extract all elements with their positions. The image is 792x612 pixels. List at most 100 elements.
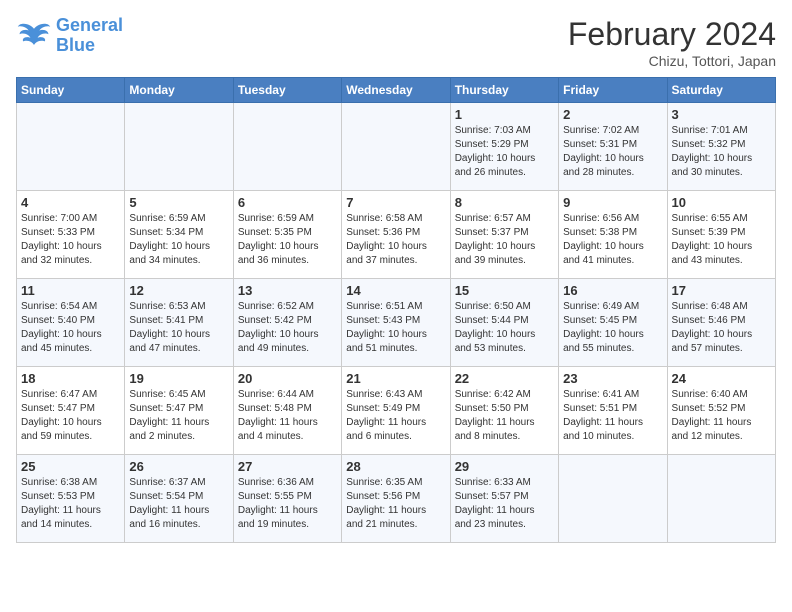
day-cell: 26 Sunrise: 6:37 AM Sunset: 5:54 PM Dayli… — [125, 455, 233, 543]
day-number: 29 — [455, 459, 554, 474]
day-info: Sunrise: 7:02 AM Sunset: 5:31 PM Dayligh… — [563, 124, 662, 180]
header-row: SundayMondayTuesdayWednesdayThursdayFrid… — [17, 78, 776, 103]
day-number: 12 — [129, 283, 228, 298]
day-number: 3 — [672, 107, 771, 122]
header-cell-wednesday: Wednesday — [342, 78, 450, 103]
day-number: 16 — [563, 283, 662, 298]
day-cell: 22 Sunrise: 6:42 AM Sunset: 5:50 PM Dayli… — [450, 367, 558, 455]
day-cell: 8Sunrise: 6:57 AM Sunset: 5:37 PM Daylig… — [450, 191, 558, 279]
week-row-2: 4 Sunrise: 7:00 AM Sunset: 5:33 PM Daylig… — [17, 191, 776, 279]
day-info: Sunrise: 6:40 AM Sunset: 5:52 PM Dayligh… — [672, 388, 771, 444]
week-row-3: 11 Sunrise: 6:54 AM Sunset: 5:40 PM Dayli… — [17, 279, 776, 367]
day-info: Sunrise: 7:00 AM Sunset: 5:33 PM Dayligh… — [21, 212, 120, 268]
day-info: Sunrise: 6:56 AM Sunset: 5:38 PM Dayligh… — [563, 212, 662, 268]
day-cell: 27Sunrise: 6:36 AM Sunset: 5:55 PM Dayli… — [233, 455, 341, 543]
day-number: 27 — [238, 459, 337, 474]
day-number: 20 — [238, 371, 337, 386]
day-number: 6 — [238, 195, 337, 210]
day-info: Sunrise: 6:48 AM Sunset: 5:46 PM Dayligh… — [672, 300, 771, 356]
day-cell: 13 Sunrise: 6:52 AM Sunset: 5:42 PM Dayli… — [233, 279, 341, 367]
day-number: 4 — [21, 195, 120, 210]
day-cell: 18Sunrise: 6:47 AM Sunset: 5:47 PM Dayli… — [17, 367, 125, 455]
day-info: Sunrise: 6:50 AM Sunset: 5:44 PM Dayligh… — [455, 300, 554, 356]
day-cell: 17 Sunrise: 6:48 AM Sunset: 5:46 PM Dayli… — [667, 279, 775, 367]
day-cell — [17, 103, 125, 191]
day-info: Sunrise: 6:52 AM Sunset: 5:42 PM Dayligh… — [238, 300, 337, 356]
day-cell: 15 Sunrise: 6:50 AM Sunset: 5:44 PM Dayli… — [450, 279, 558, 367]
day-number: 17 — [672, 283, 771, 298]
day-cell — [667, 455, 775, 543]
day-info: Sunrise: 6:51 AM Sunset: 5:43 PM Dayligh… — [346, 300, 445, 356]
day-info: Sunrise: 6:43 AM Sunset: 5:49 PM Dayligh… — [346, 388, 445, 444]
day-cell: 7 Sunrise: 6:58 AM Sunset: 5:36 PM Daylig… — [342, 191, 450, 279]
day-cell: 29 Sunrise: 6:33 AM Sunset: 5:57 PM Dayli… — [450, 455, 558, 543]
day-cell — [342, 103, 450, 191]
day-cell: 25Sunrise: 6:38 AM Sunset: 5:53 PM Dayli… — [17, 455, 125, 543]
day-info: Sunrise: 6:45 AM Sunset: 5:47 PM Dayligh… — [129, 388, 228, 444]
header-cell-sunday: Sunday — [17, 78, 125, 103]
day-number: 24 — [672, 371, 771, 386]
day-number: 7 — [346, 195, 445, 210]
day-number: 28 — [346, 459, 445, 474]
day-number: 2 — [563, 107, 662, 122]
day-number: 5 — [129, 195, 228, 210]
day-cell: 2 Sunrise: 7:02 AM Sunset: 5:31 PM Daylig… — [559, 103, 667, 191]
week-row-1: 1 Sunrise: 7:03 AM Sunset: 5:29 PM Daylig… — [17, 103, 776, 191]
header-cell-friday: Friday — [559, 78, 667, 103]
day-cell: 19 Sunrise: 6:45 AM Sunset: 5:47 PM Dayli… — [125, 367, 233, 455]
day-cell: 12 Sunrise: 6:53 AM Sunset: 5:41 PM Dayli… — [125, 279, 233, 367]
day-cell: 28 Sunrise: 6:35 AM Sunset: 5:56 PM Dayli… — [342, 455, 450, 543]
location-subtitle: Chizu, Tottori, Japan — [568, 53, 776, 69]
day-cell: 6 Sunrise: 6:59 AM Sunset: 5:35 PM Daylig… — [233, 191, 341, 279]
day-info: Sunrise: 7:03 AM Sunset: 5:29 PM Dayligh… — [455, 124, 554, 180]
day-cell: 21Sunrise: 6:43 AM Sunset: 5:49 PM Dayli… — [342, 367, 450, 455]
day-number: 1 — [455, 107, 554, 122]
day-info: Sunrise: 6:44 AM Sunset: 5:48 PM Dayligh… — [238, 388, 337, 444]
day-info: Sunrise: 6:49 AM Sunset: 5:45 PM Dayligh… — [563, 300, 662, 356]
day-number: 11 — [21, 283, 120, 298]
day-cell: 5Sunrise: 6:59 AM Sunset: 5:34 PM Daylig… — [125, 191, 233, 279]
day-info: Sunrise: 6:41 AM Sunset: 5:51 PM Dayligh… — [563, 388, 662, 444]
day-cell: 3 Sunrise: 7:01 AM Sunset: 5:32 PM Daylig… — [667, 103, 775, 191]
day-cell: 9 Sunrise: 6:56 AM Sunset: 5:38 PM Daylig… — [559, 191, 667, 279]
day-cell: 11 Sunrise: 6:54 AM Sunset: 5:40 PM Dayli… — [17, 279, 125, 367]
day-info: Sunrise: 7:01 AM Sunset: 5:32 PM Dayligh… — [672, 124, 771, 180]
day-info: Sunrise: 6:35 AM Sunset: 5:56 PM Dayligh… — [346, 476, 445, 532]
header-cell-saturday: Saturday — [667, 78, 775, 103]
week-row-4: 18Sunrise: 6:47 AM Sunset: 5:47 PM Dayli… — [17, 367, 776, 455]
header-cell-thursday: Thursday — [450, 78, 558, 103]
day-number: 19 — [129, 371, 228, 386]
calendar-body: 1 Sunrise: 7:03 AM Sunset: 5:29 PM Daylig… — [17, 103, 776, 543]
title-block: February 2024 Chizu, Tottori, Japan — [568, 16, 776, 69]
day-info: Sunrise: 6:53 AM Sunset: 5:41 PM Dayligh… — [129, 300, 228, 356]
day-cell: 20 Sunrise: 6:44 AM Sunset: 5:48 PM Dayli… — [233, 367, 341, 455]
day-number: 26 — [129, 459, 228, 474]
day-info: Sunrise: 6:59 AM Sunset: 5:35 PM Dayligh… — [238, 212, 337, 268]
logo-blue: Blue — [56, 35, 95, 55]
day-number: 14 — [346, 283, 445, 298]
day-info: Sunrise: 6:37 AM Sunset: 5:54 PM Dayligh… — [129, 476, 228, 532]
week-row-5: 25Sunrise: 6:38 AM Sunset: 5:53 PM Dayli… — [17, 455, 776, 543]
day-number: 8 — [455, 195, 554, 210]
day-number: 10 — [672, 195, 771, 210]
calendar-header: SundayMondayTuesdayWednesdayThursdayFrid… — [17, 78, 776, 103]
logo-text-block: General Blue — [56, 16, 123, 56]
logo: General Blue — [16, 16, 123, 56]
day-info: Sunrise: 6:55 AM Sunset: 5:39 PM Dayligh… — [672, 212, 771, 268]
day-cell — [233, 103, 341, 191]
day-cell: 4 Sunrise: 7:00 AM Sunset: 5:33 PM Daylig… — [17, 191, 125, 279]
page-header: General Blue February 2024 Chizu, Tottor… — [16, 16, 776, 69]
day-cell — [559, 455, 667, 543]
day-number: 9 — [563, 195, 662, 210]
day-info: Sunrise: 6:42 AM Sunset: 5:50 PM Dayligh… — [455, 388, 554, 444]
header-cell-monday: Monday — [125, 78, 233, 103]
day-number: 15 — [455, 283, 554, 298]
day-info: Sunrise: 6:54 AM Sunset: 5:40 PM Dayligh… — [21, 300, 120, 356]
day-info: Sunrise: 6:58 AM Sunset: 5:36 PM Dayligh… — [346, 212, 445, 268]
day-info: Sunrise: 6:38 AM Sunset: 5:53 PM Dayligh… — [21, 476, 120, 532]
day-info: Sunrise: 6:33 AM Sunset: 5:57 PM Dayligh… — [455, 476, 554, 532]
day-cell: 23Sunrise: 6:41 AM Sunset: 5:51 PM Dayli… — [559, 367, 667, 455]
day-number: 13 — [238, 283, 337, 298]
day-number: 22 — [455, 371, 554, 386]
day-cell: 1 Sunrise: 7:03 AM Sunset: 5:29 PM Daylig… — [450, 103, 558, 191]
